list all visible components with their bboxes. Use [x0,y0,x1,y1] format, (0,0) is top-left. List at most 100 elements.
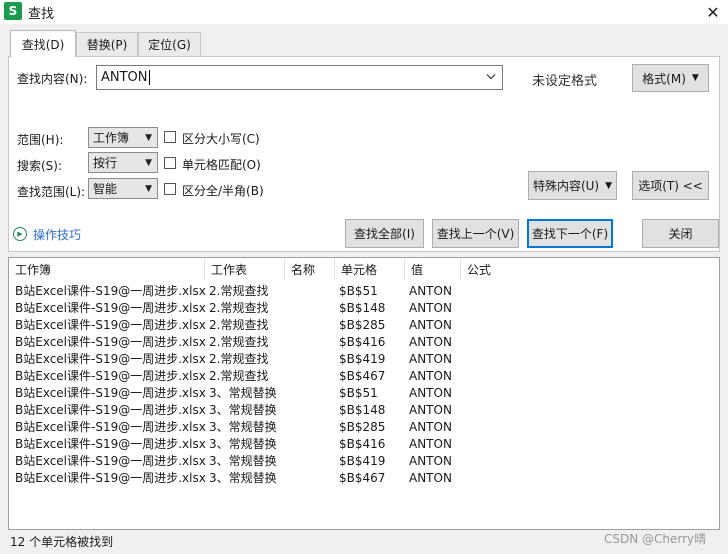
watermark: CSDN @Cherry晴 [604,532,707,546]
tips-link[interactable]: 操作技巧 [33,226,81,243]
cell-sheet: 2.常规查找 [209,352,269,366]
table-row[interactable]: B站Excel课件-S19@一周进步.xlsx 3、常规替换 $B$419 ANTON [9,453,709,470]
triangle-down-icon: ▼ [691,73,699,83]
search-order-select[interactable]: 按行 ▼ [88,152,158,173]
column-header-sheet[interactable]: 工作表 [205,258,285,280]
match-cell-label: 单元格匹配(O) [182,158,261,172]
cell-workbook: B站Excel课件-S19@一周进步.xlsx [15,369,206,383]
cell-workbook: B站Excel课件-S19@一周进步.xlsx [15,335,206,349]
play-circle-icon[interactable]: ▶ [13,227,27,241]
tab-replace[interactable]: 替换(P) [76,32,138,56]
tab-find[interactable]: 查找(D) [10,30,76,57]
match-case-label: 区分大小写(C) [182,132,260,146]
title-bar [0,0,728,24]
cell-value: ANTON [409,420,452,434]
match-width-checkbox[interactable] [164,183,176,195]
table-row[interactable]: B站Excel课件-S19@一周进步.xlsx 2.常规查找 $B$467 ANTON [9,368,709,385]
cell-sheet: 3、常规替换 [209,437,277,451]
find-all-button[interactable]: 查找全部(I) [345,219,424,248]
cell-value: ANTON [409,318,452,332]
close-button[interactable]: 关闭 [642,219,719,248]
status-text: 12 个单元格被找到 [10,535,114,549]
cell-sheet: 2.常规查找 [209,284,269,298]
cell-value: ANTON [409,352,452,366]
cell-address: $B$467 [339,369,386,383]
cell-workbook: B站Excel课件-S19@一周进步.xlsx [15,301,206,315]
match-case-checkbox[interactable] [164,131,176,143]
cell-sheet: 3、常规替换 [209,403,277,417]
look-in-label: 查找范围(L): [17,185,86,199]
tab-goto[interactable]: 定位(G) [138,32,201,56]
match-cell-checkbox[interactable] [164,157,176,169]
cell-address: $B$416 [339,437,386,451]
column-header-formula[interactable]: 公式 [461,258,521,280]
table-row[interactable]: B站Excel课件-S19@一周进步.xlsx 3、常规替换 $B$148 ANTON [9,402,709,419]
cell-sheet: 3、常规替换 [209,454,277,468]
text-cursor [148,70,150,85]
cell-sheet: 3、常规替换 [209,386,277,400]
cell-workbook: B站Excel课件-S19@一周进步.xlsx [15,403,206,417]
cell-address: $B$419 [339,454,386,468]
cell-workbook: B站Excel课件-S19@一周进步.xlsx [15,318,206,332]
special-content-label: 特殊内容(U) [532,179,600,193]
format-button-label: 格式(M) [642,71,686,86]
look-in-value: 智能 [93,182,118,196]
cell-address: $B$51 [339,386,378,400]
close-icon[interactable]: ✕ [698,0,728,24]
cell-workbook: B站Excel课件-S19@一周进步.xlsx [15,454,206,468]
cell-value: ANTON [409,454,452,468]
column-header-cell[interactable]: 单元格 [335,258,405,280]
cell-value: ANTON [409,369,452,383]
cell-workbook: B站Excel课件-S19@一周进步.xlsx [15,471,206,485]
cell-address: $B$148 [339,301,386,315]
cell-value: ANTON [409,437,452,451]
table-row[interactable]: B站Excel课件-S19@一周进步.xlsx 3、常规替换 $B$285 ANTON [9,419,709,436]
cell-sheet: 2.常规查找 [209,335,269,349]
table-row[interactable]: B站Excel课件-S19@一周进步.xlsx 2.常规查找 $B$285 ANTON [9,317,709,334]
cell-value: ANTON [409,301,452,315]
results-table[interactable]: 工作簿 工作表 名称 单元格 值 公式 B站Excel课件-S19@一周进步.x… [8,257,720,530]
cell-workbook: B站Excel课件-S19@一周进步.xlsx [15,284,206,298]
format-status: 未设定格式 [532,74,598,89]
cell-sheet: 2.常规查找 [209,301,269,315]
table-row[interactable]: B站Excel课件-S19@一周进步.xlsx 2.常规查找 $B$416 ANTON [9,334,709,351]
scope-label: 范围(H): [17,133,64,147]
column-header-value[interactable]: 值 [405,258,461,280]
find-what-input[interactable]: ANTON [96,65,503,90]
triangle-down-icon: ▼ [145,157,152,168]
find-previous-button[interactable]: 查找上一个(V) [432,219,519,248]
column-header-workbook[interactable]: 工作簿 [9,258,205,280]
cell-workbook: B站Excel课件-S19@一周进步.xlsx [15,386,206,400]
table-row[interactable]: B站Excel课件-S19@一周进步.xlsx 2.常规查找 $B$51 ANTON [9,283,709,300]
find-next-button[interactable]: 查找下一个(F) [527,219,613,248]
find-what-label: 查找内容(N): [17,72,88,86]
match-width-label: 区分全/半角(B) [182,184,264,198]
cell-address: $B$285 [339,318,386,332]
special-content-button[interactable]: 特殊内容(U) ▼ [528,171,617,200]
table-row[interactable]: B站Excel课件-S19@一周进步.xlsx 2.常规查找 $B$419 ANTON [9,351,709,368]
cell-address: $B$51 [339,284,378,298]
triangle-down-icon: ▼ [145,183,152,194]
triangle-down-icon: ▼ [605,180,613,191]
chevron-down-icon[interactable] [486,72,496,83]
cell-value: ANTON [409,471,452,485]
scope-select[interactable]: 工作簿 ▼ [88,127,158,148]
cell-address: $B$467 [339,471,386,485]
table-row[interactable]: B站Excel课件-S19@一周进步.xlsx 2.常规查找 $B$148 ANTON [9,300,709,317]
search-order-value: 按行 [93,156,118,170]
search-order-label: 搜索(S): [17,159,63,173]
cell-value: ANTON [409,335,452,349]
table-row[interactable]: B站Excel课件-S19@一周进步.xlsx 3、常规替换 $B$51 ANTON [9,385,709,402]
table-row[interactable]: B站Excel课件-S19@一周进步.xlsx 3、常规替换 $B$416 ANTON [9,436,709,453]
format-button[interactable]: 格式(M) ▼ [632,64,709,92]
cell-sheet: 2.常规查找 [209,318,269,332]
cell-value: ANTON [409,284,452,298]
options-toggle-button[interactable]: 选项(T) << [632,171,709,200]
table-row[interactable]: B站Excel课件-S19@一周进步.xlsx 3、常规替换 $B$467 ANTON [9,470,709,487]
column-header-name[interactable]: 名称 [285,258,335,280]
cell-address: $B$419 [339,352,386,366]
cell-workbook: B站Excel课件-S19@一周进步.xlsx [15,437,206,451]
cell-address: $B$416 [339,335,386,349]
look-in-select[interactable]: 智能 ▼ [88,178,158,199]
find-what-value: ANTON [101,70,148,85]
